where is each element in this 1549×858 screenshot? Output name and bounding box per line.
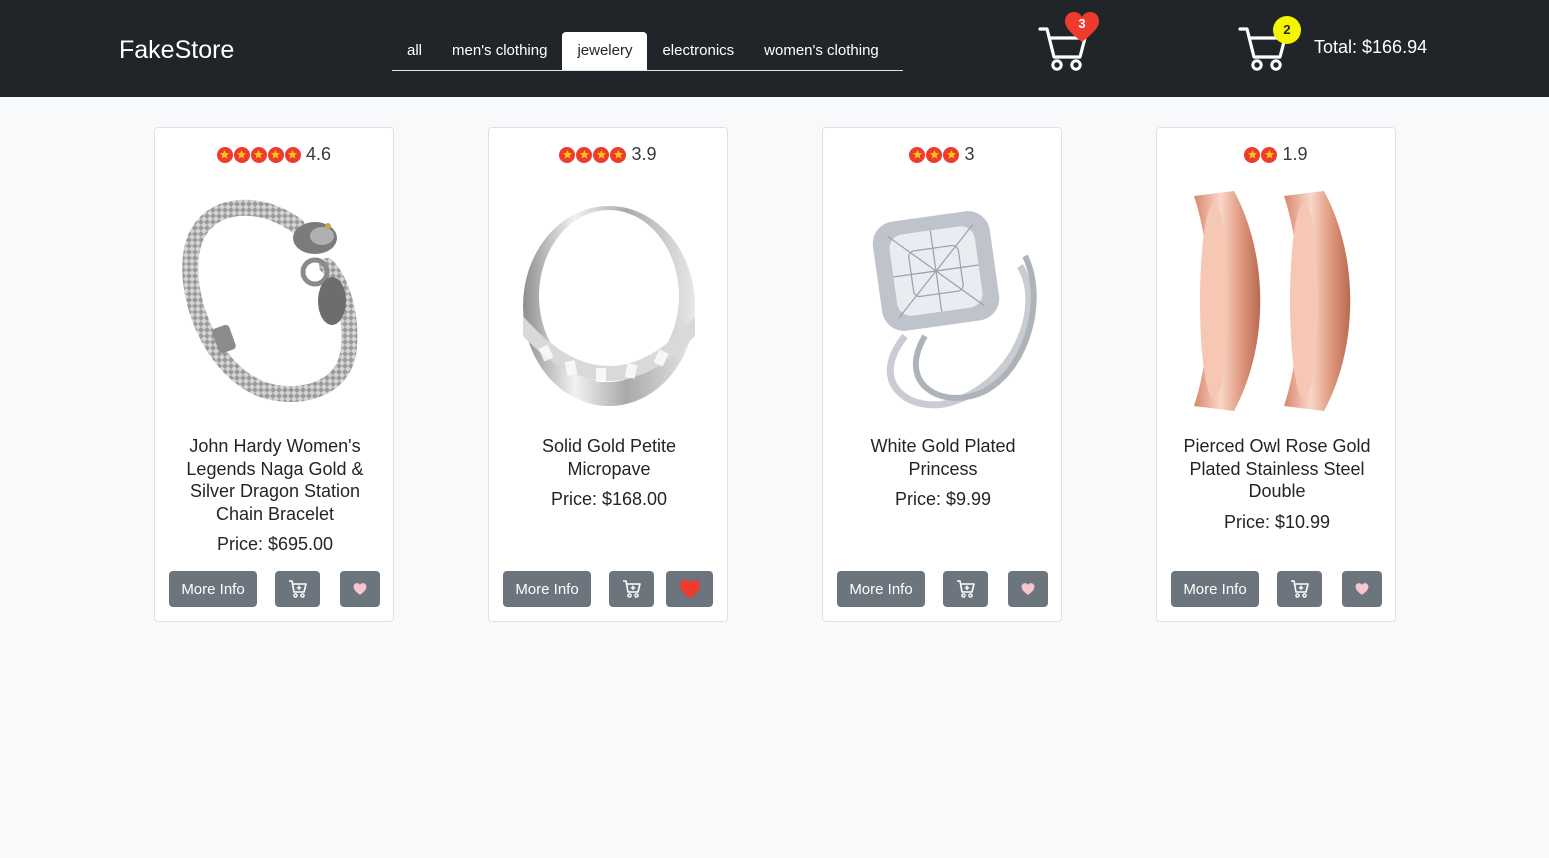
cart-plus-icon (956, 580, 975, 598)
card-actions: More Info (169, 571, 381, 607)
favorite-button[interactable] (666, 571, 713, 607)
navbar: FakeStore all men's clothing jewelery el… (0, 0, 1549, 97)
star-icon (610, 146, 627, 163)
more-info-button[interactable]: More Info (503, 571, 591, 607)
tab-mens-clothing[interactable]: men's clothing (437, 32, 562, 70)
rating-stars (559, 146, 627, 163)
product-card: 4.6 John Hardy Women's Legends Naga Gold… (154, 127, 394, 622)
more-info-button[interactable]: More Info (1171, 571, 1259, 607)
heart-icon (1021, 583, 1035, 595)
add-to-cart-button[interactable] (275, 571, 320, 607)
star-icon (284, 146, 301, 163)
rose-gold-tunnels-icon (1194, 191, 1351, 411)
star-icon (926, 146, 943, 163)
category-tabs: all men's clothing jewelery electronics … (392, 32, 903, 71)
favorites-count: 3 (1078, 16, 1086, 31)
heart-icon (1355, 583, 1369, 595)
cart-plus-icon (288, 580, 307, 598)
bracelet-icon (182, 199, 358, 402)
star-icon (250, 146, 267, 163)
star-icon (559, 146, 576, 163)
star-icon (1261, 146, 1278, 163)
rating-value: 4.6 (305, 144, 332, 164)
star-icon (1244, 146, 1261, 163)
more-info-button[interactable]: More Info (837, 571, 925, 607)
tab-womens-clothing[interactable]: women's clothing (749, 32, 894, 70)
rating-value: 1.9 (1282, 144, 1308, 164)
rating: 4.6 (155, 144, 393, 165)
star-icon (267, 146, 284, 163)
product-title[interactable]: Solid Gold Petite Micropave (503, 435, 715, 480)
heart-icon (679, 579, 700, 599)
star-icon (233, 146, 250, 163)
product-card: 3 White Gold Plated Princess Price: $9.9… (822, 127, 1062, 622)
rating: 3 (823, 144, 1061, 165)
product-card: 1.9 Pierced Owl Rose Gold Plated Stainle… (1156, 127, 1396, 622)
cart-plus-icon (1290, 580, 1309, 598)
favorite-button[interactable] (1342, 571, 1382, 607)
tab-jewelery[interactable]: jewelery (562, 32, 648, 70)
cart-plus-icon (622, 580, 641, 598)
brand-logo[interactable]: FakeStore (119, 36, 234, 65)
card-actions: More Info (837, 571, 1049, 607)
rating-value: 3.9 (631, 144, 657, 164)
star-icon (593, 146, 610, 163)
card-actions: More Info (503, 571, 715, 607)
star-icon (909, 146, 926, 163)
star-icon (576, 146, 593, 163)
product-title-block: Pierced Owl Rose Gold Plated Stainless S… (1171, 435, 1383, 533)
rating-value: 3 (964, 144, 975, 164)
rating: 1.9 (1157, 144, 1395, 165)
add-to-cart-button[interactable] (943, 571, 988, 607)
rating-stars (1244, 146, 1278, 163)
favorite-button[interactable] (1008, 571, 1048, 607)
add-to-cart-button[interactable] (609, 571, 654, 607)
silver-ring-icon (523, 206, 695, 406)
product-title[interactable]: John Hardy Women's Legends Naga Gold & S… (169, 435, 381, 525)
diamond-ring-icon (872, 211, 1037, 409)
product-title[interactable]: White Gold Plated Princess (837, 435, 1049, 480)
tab-electronics[interactable]: electronics (647, 32, 749, 70)
add-to-cart-button[interactable] (1277, 571, 1322, 607)
product-price: Price: $9.99 (894, 489, 992, 509)
product-price: Price: $10.99 (1223, 511, 1331, 532)
more-info-button[interactable]: More Info (169, 571, 257, 607)
favorite-button[interactable] (340, 571, 380, 607)
cart-total: Total: $166.94 (1314, 37, 1428, 57)
product-price: Price: $168.00 (550, 489, 668, 509)
product-title-block: White Gold Plated Princess Price: $9.99 (837, 435, 1049, 510)
product-title-block: Solid Gold Petite Micropave Price: $168.… (503, 435, 715, 510)
product-price: Price: $695.00 (216, 534, 334, 554)
tab-all[interactable]: all (392, 32, 437, 70)
rating: 3.9 (489, 144, 727, 165)
rating-stars (216, 146, 302, 163)
product-title-block: John Hardy Women's Legends Naga Gold & S… (169, 435, 381, 555)
product-card: 3.9 Solid Gold Petite Micropave Price: $… (488, 127, 728, 622)
heart-icon (353, 583, 367, 595)
rating-stars (909, 146, 960, 163)
cart-count-badge: 2 (1273, 16, 1301, 44)
star-icon (943, 146, 960, 163)
card-actions: More Info (1171, 571, 1383, 607)
star-icon (216, 146, 233, 163)
product-title[interactable]: Pierced Owl Rose Gold Plated Stainless S… (1171, 435, 1383, 503)
